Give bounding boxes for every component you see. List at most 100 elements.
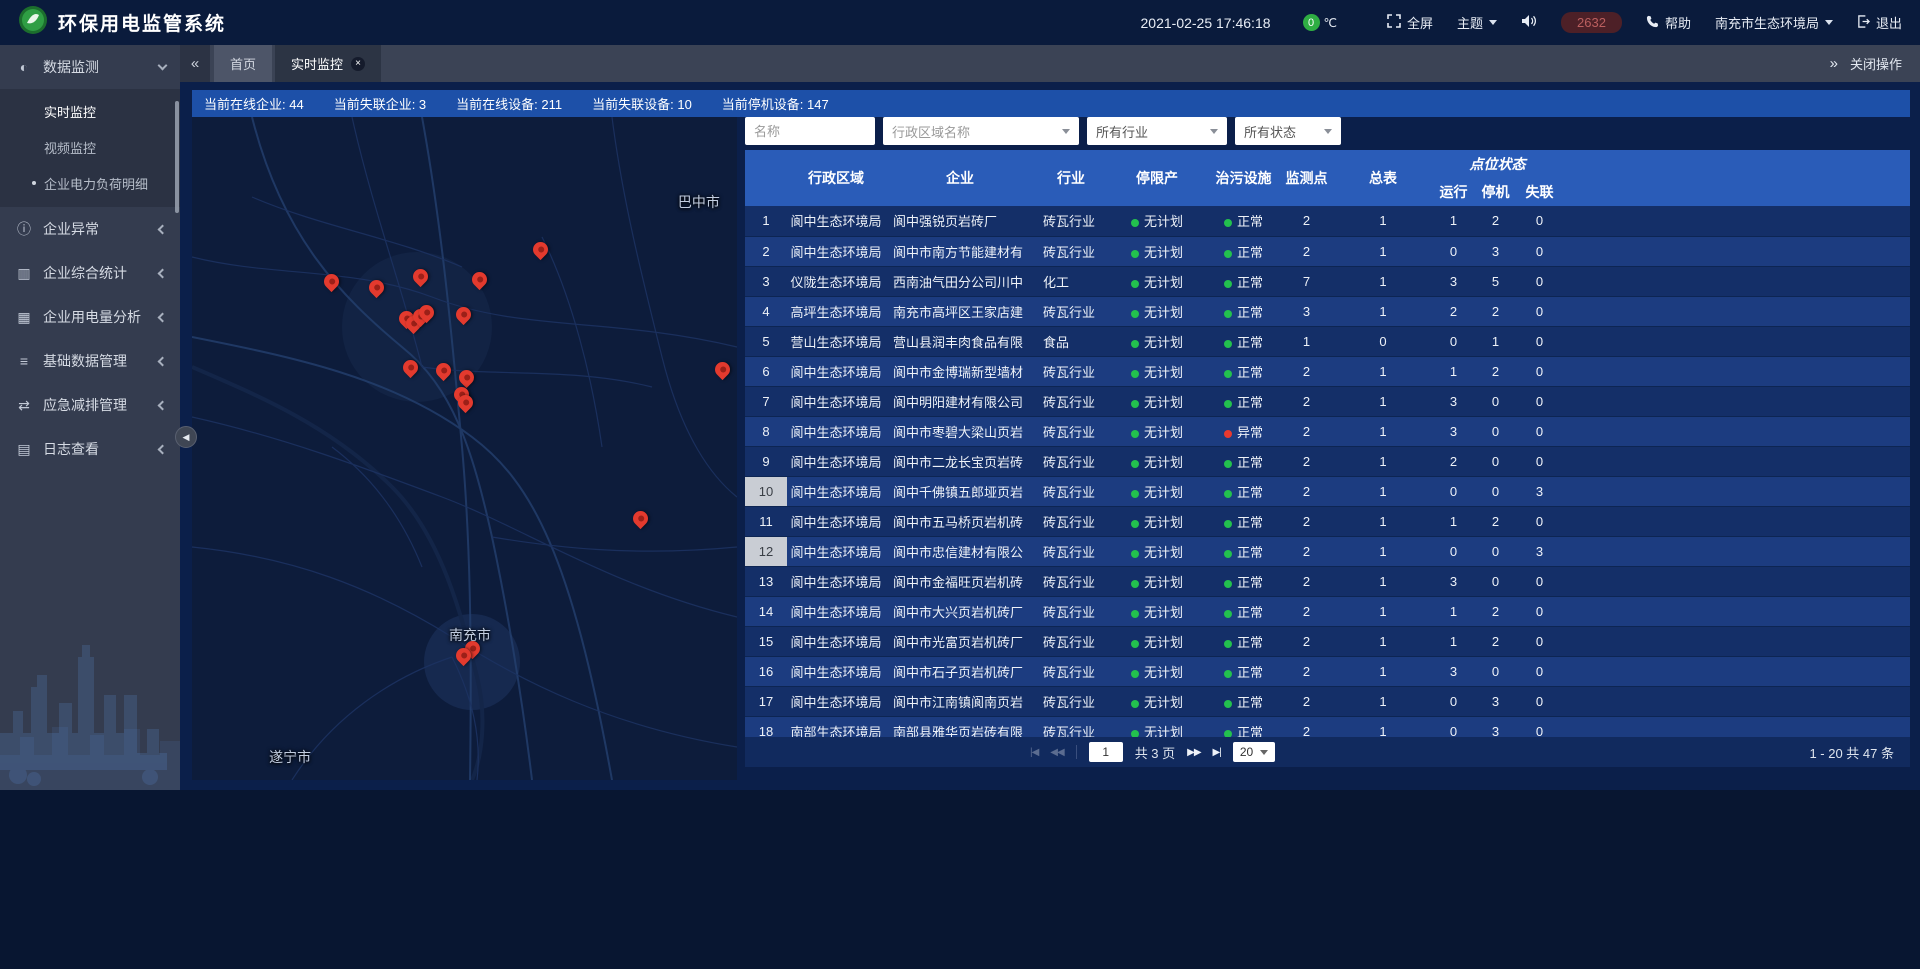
- cell-limit: 无计划: [1107, 596, 1207, 626]
- sidebar-item-0-0[interactable]: 实时监控: [0, 93, 180, 129]
- status-filter-select[interactable]: 所有状态: [1235, 117, 1341, 145]
- header-facility: 治污设施: [1207, 150, 1280, 206]
- cell-run: 0: [1433, 236, 1474, 266]
- sidebar-group-1[interactable]: ⓘ企业异常: [0, 207, 180, 251]
- status-dot-red-icon: [1224, 430, 1232, 438]
- fullscreen-button[interactable]: 全屏: [1387, 13, 1433, 32]
- sidebar-group-4[interactable]: ≡基础数据管理: [0, 339, 180, 383]
- data-panel: 行政区域名称 所有行业 所有状态: [745, 117, 1910, 780]
- close-operations-button[interactable]: 关闭操作: [1850, 54, 1902, 73]
- chevron-left-icon: [158, 268, 168, 278]
- tab-0[interactable]: 首页: [214, 45, 272, 82]
- cell-stop: 0: [1474, 386, 1517, 416]
- table-row[interactable]: 17阆中生态环境局阆中市江南镇阆南页岩砖瓦行业无计划正常21030: [745, 686, 1910, 716]
- cell-run: 2: [1433, 296, 1474, 326]
- speaker-icon: [1521, 14, 1537, 31]
- cell-industry: 砖瓦行业: [1035, 296, 1107, 326]
- cell-facility: 正常: [1207, 446, 1280, 476]
- tab-close-icon[interactable]: ×: [351, 57, 365, 71]
- cell-industry: 砖瓦行业: [1035, 386, 1107, 416]
- table-row[interactable]: 3仪陇生态环境局西南油气田分公司川中化工无计划正常71350: [745, 266, 1910, 296]
- sidebar-group-5[interactable]: ⇄应急减排管理: [0, 383, 180, 427]
- table-body: 1阆中生态环境局阆中强锐页岩砖厂砖瓦行业无计划正常211202阆中生态环境局阆中…: [745, 206, 1910, 737]
- sidebar-group-2[interactable]: ▥企业综合统计: [0, 251, 180, 295]
- cell-run: 3: [1433, 566, 1474, 596]
- first-page-button[interactable]: |◀: [1030, 747, 1038, 758]
- sound-button[interactable]: [1521, 14, 1537, 31]
- status-dot-green-icon: [1131, 670, 1139, 678]
- sidebar-group-6[interactable]: ▤日志查看: [0, 427, 180, 471]
- sidebar-group-label: 数据监测: [43, 57, 99, 77]
- sidebar-scrollbar[interactable]: [175, 101, 179, 213]
- table-row[interactable]: 13阆中生态环境局阆中市金福旺页岩机砖砖瓦行业无计划正常21300: [745, 566, 1910, 596]
- status-dot-green-icon: [1131, 640, 1139, 648]
- cell-industry: 化工: [1035, 266, 1107, 296]
- cell-facility: 正常: [1207, 626, 1280, 656]
- cell-limit: 无计划: [1107, 476, 1207, 506]
- help-button[interactable]: 帮助: [1646, 13, 1691, 32]
- tabs-scroll-right-button[interactable]: »: [1830, 55, 1838, 72]
- map-collapse-button[interactable]: ◀: [175, 426, 197, 448]
- last-page-button[interactable]: ▶|: [1213, 747, 1221, 758]
- cell-meter: 1: [1333, 536, 1433, 566]
- header-monitor: 监测点: [1280, 150, 1333, 206]
- cell-run: 1: [1433, 596, 1474, 626]
- cell-filler: [1562, 686, 1910, 716]
- page-size-select[interactable]: 20: [1233, 742, 1275, 762]
- cell-company: 西南油气田分公司川中: [885, 266, 1035, 296]
- alert-count-badge[interactable]: 2632: [1561, 12, 1622, 33]
- region-filter-select[interactable]: 行政区域名称: [883, 117, 1079, 145]
- sidebar-item-label: 视频监控: [44, 138, 96, 157]
- name-filter-input[interactable]: [745, 117, 875, 145]
- table-row[interactable]: 15阆中生态环境局阆中市光富页岩机砖厂砖瓦行业无计划正常21120: [745, 626, 1910, 656]
- table-row[interactable]: 12阆中生态环境局阆中市忠信建材有限公砖瓦行业无计划正常21003: [745, 536, 1910, 566]
- header-right: 2021-02-25 17:46:18 0 ℃ 全屏 主题: [1141, 12, 1902, 33]
- table-row[interactable]: 4高坪生态环境局南充市高坪区王家店建砖瓦行业无计划正常31220: [745, 296, 1910, 326]
- cell-monitor: 2: [1280, 206, 1333, 236]
- caret-down-icon: [1210, 129, 1218, 134]
- cell-company: 阆中市金福旺页岩机砖: [885, 566, 1035, 596]
- caret-down-icon: [1260, 750, 1268, 755]
- map-panel[interactable]: 巴中市南充市遂宁市: [192, 117, 737, 780]
- cell-filler: [1562, 656, 1910, 686]
- cell-stop: 2: [1474, 356, 1517, 386]
- cell-meter: 1: [1333, 206, 1433, 236]
- sidebar-group-3[interactable]: ▦企业用电量分析: [0, 295, 180, 339]
- table-row[interactable]: 18南部生态环境局南部县雅华页岩砖有限砖瓦行业无计划正常21030: [745, 716, 1910, 737]
- status-dot-green-icon: [1131, 430, 1139, 438]
- tabs-scroll-left-button[interactable]: «: [180, 45, 210, 82]
- cell-meter: 0: [1333, 326, 1433, 356]
- cell-company: 阆中市光富页岩机砖厂: [885, 626, 1035, 656]
- cell-industry: 砖瓦行业: [1035, 716, 1107, 737]
- logout-button[interactable]: 退出: [1857, 13, 1902, 32]
- theme-menu[interactable]: 主题: [1457, 13, 1497, 32]
- table-row[interactable]: 11阆中生态环境局阆中市五马桥页岩机砖砖瓦行业无计划正常21120: [745, 506, 1910, 536]
- sidebar-item-0-1[interactable]: 视频监控: [0, 129, 180, 165]
- table-row[interactable]: 6阆中生态环境局阆中市金博瑞新型墙材砖瓦行业无计划正常21120: [745, 356, 1910, 386]
- table-row[interactable]: 10阆中生态环境局阆中千佛镇五郎垭页岩砖瓦行业无计划正常21003: [745, 476, 1910, 506]
- table-row[interactable]: 2阆中生态环境局阆中市南方节能建材有砖瓦行业无计划正常21030: [745, 236, 1910, 266]
- sidebar-group-0[interactable]: ◐数据监测: [0, 45, 180, 89]
- tab-1[interactable]: 实时监控×: [275, 45, 381, 82]
- sidebar-item-0-2[interactable]: 企业电力负荷明细: [0, 165, 180, 201]
- table-row[interactable]: 5营山生态环境局营山县润丰肉食品有限食品无计划正常10010: [745, 326, 1910, 356]
- stat-item: 当前停机设备: 147: [722, 94, 829, 113]
- cell-run: 1: [1433, 356, 1474, 386]
- table-row[interactable]: 8阆中生态环境局阆中市枣碧大梁山页岩砖瓦行业无计划异常21300: [745, 416, 1910, 446]
- prev-page-button[interactable]: ◀◀: [1050, 747, 1063, 758]
- next-page-button[interactable]: ▶▶: [1187, 747, 1200, 758]
- table-row[interactable]: 14阆中生态环境局阆中市大兴页岩机砖厂砖瓦行业无计划正常21120: [745, 596, 1910, 626]
- industry-filter-select[interactable]: 所有行业: [1087, 117, 1227, 145]
- pagination-divider: [1076, 745, 1077, 759]
- page-number-input[interactable]: [1089, 742, 1123, 762]
- cell-region: 阆中生态环境局: [787, 506, 885, 536]
- org-menu[interactable]: 南充市生态环境局: [1715, 13, 1833, 32]
- stat-item: 当前失联设备: 10: [592, 94, 692, 113]
- cell-run: 0: [1433, 476, 1474, 506]
- cell-meter: 1: [1333, 416, 1433, 446]
- table-row[interactable]: 9阆中生态环境局阆中市二龙长宝页岩砖砖瓦行业无计划正常21200: [745, 446, 1910, 476]
- table-row[interactable]: 16阆中生态环境局阆中市石子页岩机砖厂砖瓦行业无计划正常21300: [745, 656, 1910, 686]
- datetime-label: 2021-02-25 17:46:18: [1141, 15, 1271, 31]
- table-row[interactable]: 1阆中生态环境局阆中强锐页岩砖厂砖瓦行业无计划正常21120: [745, 206, 1910, 236]
- table-row[interactable]: 7阆中生态环境局阆中明阳建材有限公司砖瓦行业无计划正常21300: [745, 386, 1910, 416]
